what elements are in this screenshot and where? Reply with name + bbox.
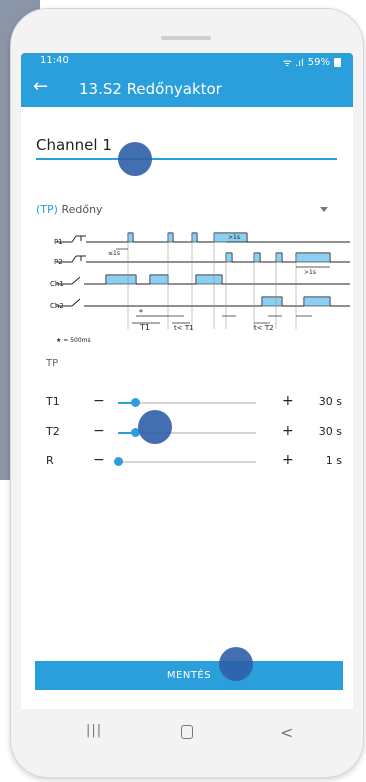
annotation-t-lt-t1: t< T1 [174, 324, 194, 332]
recent-apps-button[interactable]: ||| [86, 723, 102, 738]
slider-r[interactable] [114, 457, 256, 466]
annotation-t1: T1 [139, 323, 150, 332]
mode-select[interactable]: (TP) Redőny [36, 203, 328, 219]
param-name: T1 [46, 395, 60, 408]
param-row-t2: T2 − + 30 s [21, 423, 353, 441]
signal-icon: ᯤ .ıl [282, 58, 304, 69]
param-row-r: R − + 1 s [21, 452, 353, 470]
system-nav-bar: ||| < [11, 709, 363, 759]
param-row-t1: T1 − + 30 s [21, 393, 353, 411]
app-bar: ← 13.S2 Redőnyaktor [21, 69, 353, 107]
diagram-label-p1: P1 [54, 238, 63, 246]
back-button[interactable]: < [280, 723, 293, 742]
minus-button[interactable]: − [93, 452, 105, 468]
param-name: R [46, 454, 54, 467]
param-value: 1 s [325, 454, 342, 467]
plus-button[interactable]: + [282, 423, 294, 439]
chevron-down-icon [320, 207, 328, 212]
annotation-gt1s-b: >1s [304, 269, 316, 276]
mode-prefix: (TP) [36, 203, 58, 216]
diagram-label-ch1: Ch1 [50, 280, 64, 288]
channel-name-field[interactable] [36, 135, 337, 160]
phone-frame: 11:40 ᯤ .ıl 59% ← 13.S2 Redőnyaktor (TP)… [10, 8, 364, 778]
touch-indicator-channel [118, 142, 152, 176]
annotation-gt1s-a: >1s [228, 234, 240, 241]
annotation-lt1s: ≤1s [108, 250, 120, 257]
param-name: T2 [46, 425, 60, 438]
slider-thumb[interactable] [114, 457, 123, 466]
slider-thumb[interactable] [130, 398, 140, 407]
annotation-t-lt-t2: t< T2 [254, 324, 274, 332]
screen: 11:40 ᯤ .ıl 59% ← 13.S2 Redőnyaktor (TP)… [21, 53, 353, 709]
page-title: 13.S2 Redőnyaktor [79, 80, 222, 98]
plus-button[interactable]: + [282, 452, 294, 468]
param-value: 30 s [318, 425, 342, 438]
slider-t1[interactable] [118, 398, 256, 407]
section-label: TP [46, 358, 59, 369]
diagram-label-ch2: Ch2 [50, 302, 64, 310]
minus-button[interactable]: − [93, 423, 105, 439]
minus-button[interactable]: − [93, 393, 105, 409]
arrow-left-icon[interactable]: ← [33, 76, 48, 98]
annotation-legend: ★ = 500ms [56, 337, 91, 344]
battery-percent: 59% [307, 56, 330, 68]
save-button[interactable]: MENTÉS [35, 661, 343, 690]
touch-indicator-save [219, 647, 253, 681]
status-bar: 11:40 ᯤ .ıl 59% [21, 53, 353, 69]
channel-name-input[interactable] [36, 136, 337, 158]
diagram-label-p2: P2 [54, 258, 63, 266]
earpiece [161, 36, 211, 40]
battery-icon [334, 57, 341, 67]
touch-indicator-slider [138, 410, 172, 444]
input-underline [36, 158, 337, 160]
status-right: ᯤ .ıl 59% [283, 55, 341, 69]
plus-button[interactable]: + [282, 393, 294, 409]
mode-label: Redőny [61, 203, 103, 216]
status-time: 11:40 [40, 55, 69, 66]
home-icon[interactable] [181, 725, 193, 739]
annotation-star: * [139, 308, 143, 317]
timing-diagram: P1 P2 Ch1 Ch2 ≤1s >1s >1s * T1 t< T1 t< … [50, 232, 350, 344]
param-value: 30 s [318, 395, 342, 408]
